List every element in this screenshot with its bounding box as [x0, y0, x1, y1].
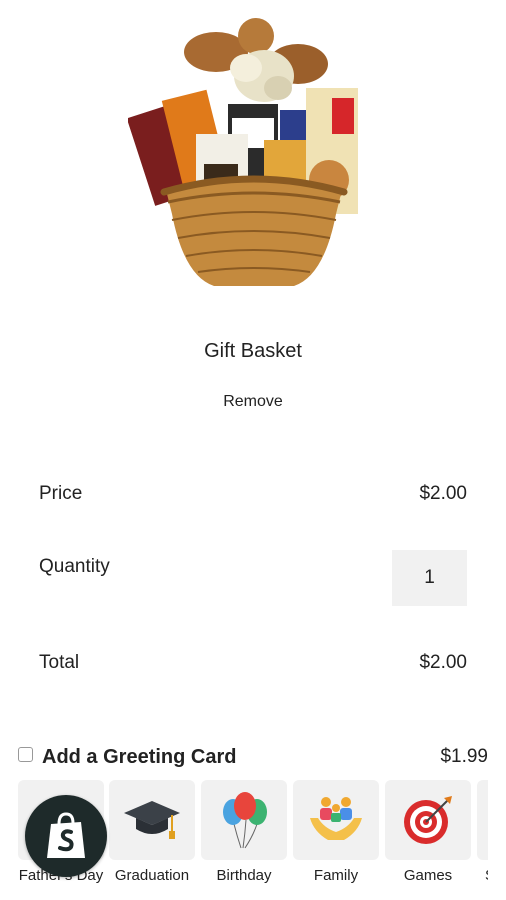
total-value: $2.00 — [419, 652, 467, 673]
greeting-card-price: $1.99 — [440, 746, 488, 767]
card-category-label: Graduation — [114, 867, 190, 884]
card-category-label: Games — [403, 867, 453, 884]
card-category-partial[interactable]: S — [477, 780, 488, 900]
quantity-label: Quantity — [39, 556, 110, 577]
remove-link[interactable]: Remove — [0, 393, 506, 411]
greeting-card-label: Add a Greeting Card — [42, 745, 237, 768]
price-label: Price — [39, 483, 83, 504]
product-title: Gift Basket — [204, 340, 302, 362]
card-category-label: Birthday — [216, 867, 272, 884]
quantity-row: Quantity 1 — [39, 550, 467, 606]
total-row: Total $2.00 — [39, 651, 467, 675]
quantity-input[interactable]: 1 — [392, 550, 467, 606]
card-category-graduation[interactable]: Graduation — [109, 780, 195, 900]
greeting-card-checkbox[interactable] — [18, 746, 33, 762]
total-label: Total — [39, 652, 80, 673]
price-row: Price $2.00 — [39, 482, 467, 506]
card-category-games[interactable]: Games — [385, 780, 471, 900]
balloons-icon — [223, 792, 267, 849]
gift-basket-image — [126, 18, 358, 286]
greeting-card-option: Add a Greeting Card $1.99 — [18, 744, 488, 770]
shopify-badge[interactable] — [25, 795, 107, 877]
card-category-label: Family — [313, 867, 359, 884]
family-icon — [310, 797, 362, 840]
partial-card-icon — [477, 780, 488, 860]
graduation-cap-icon — [124, 801, 180, 839]
product-image — [126, 14, 378, 300]
card-category-label: S — [477, 868, 488, 884]
card-category-birthday[interactable]: Birthday — [201, 780, 287, 900]
dart-target-icon — [404, 796, 452, 844]
card-category-family[interactable]: Family — [293, 780, 379, 900]
shopify-bag-icon — [47, 812, 85, 858]
price-value: $2.00 — [419, 483, 467, 504]
